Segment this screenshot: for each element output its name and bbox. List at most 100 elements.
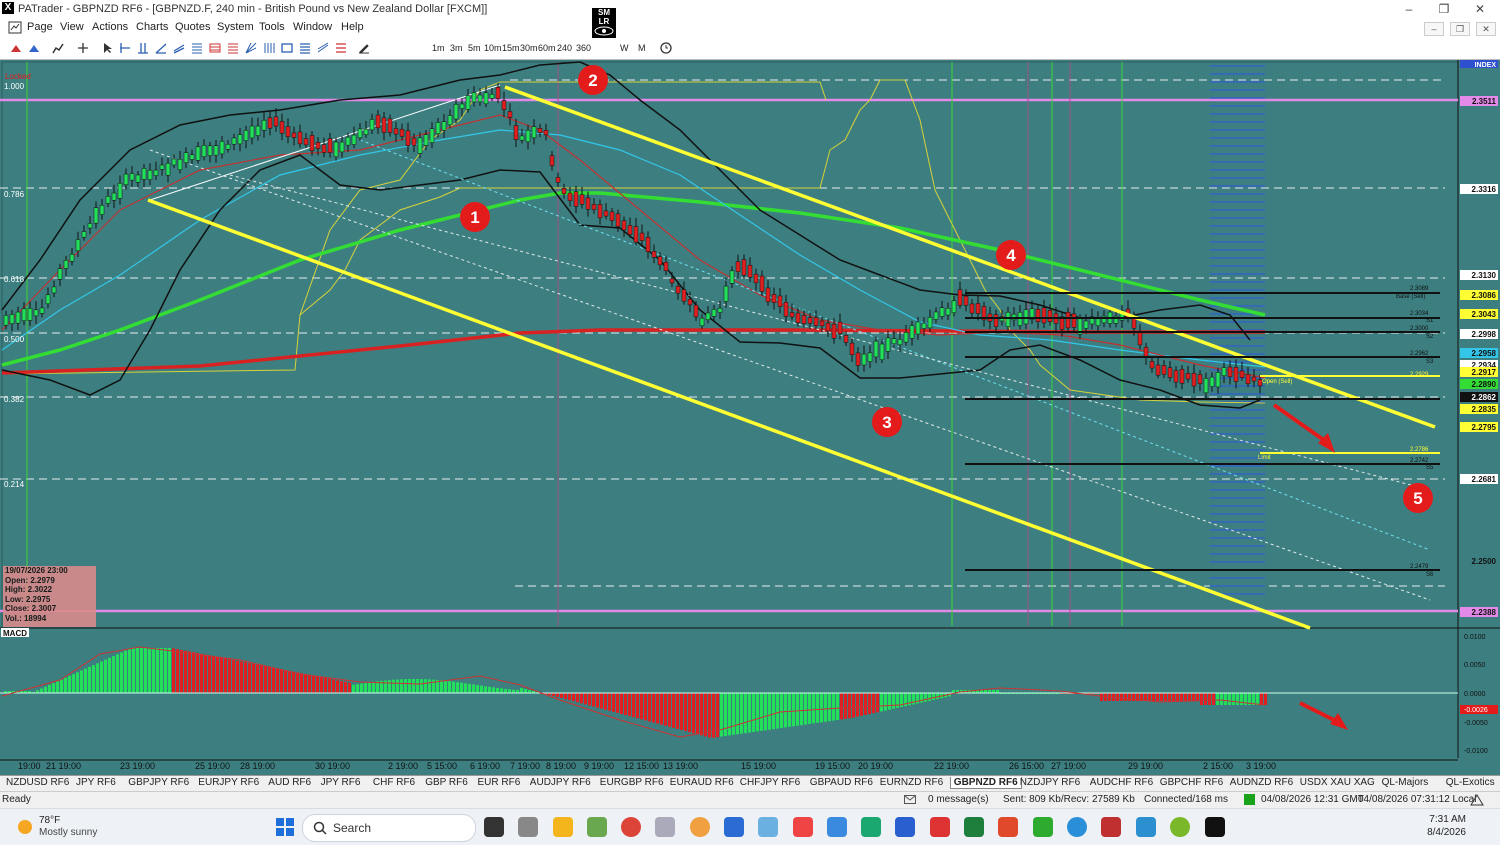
crosshair-icon[interactable]: [77, 42, 89, 54]
app-icon-3[interactable]: [758, 817, 778, 837]
trendline-tool-icon[interactable]: [155, 42, 167, 54]
menu-window[interactable]: Window: [293, 21, 332, 33]
menu-quotes[interactable]: Quotes: [175, 21, 210, 33]
app-icon-9[interactable]: [998, 817, 1018, 837]
cursor-icon[interactable]: [102, 42, 114, 54]
gann-icon[interactable]: [245, 42, 257, 54]
alert-icon[interactable]: [28, 42, 40, 54]
menu-actions[interactable]: Actions: [92, 21, 128, 33]
bull-bear-icon[interactable]: [10, 42, 22, 54]
symbol-tab[interactable]: EURNZD RF6: [880, 777, 943, 788]
patrader-icon[interactable]: [1205, 817, 1225, 837]
telegram-icon[interactable]: [1067, 817, 1087, 837]
symbol-tab[interactable]: AUDNZD RF6: [1230, 777, 1293, 788]
file-explorer-icon[interactable]: [553, 817, 573, 837]
levels-icon[interactable]: [335, 42, 347, 54]
child-minimize-button[interactable]: –: [1424, 22, 1444, 36]
vline-tool-icon[interactable]: [137, 42, 149, 54]
child-restore-button[interactable]: ❐: [1450, 22, 1470, 36]
app-icon-10[interactable]: [1033, 817, 1053, 837]
symbol-tab[interactable]: EUR RF6: [478, 777, 521, 788]
chart-type-icon[interactable]: [52, 42, 64, 54]
symbol-tab[interactable]: EURGBP RF6: [600, 777, 664, 788]
minimize-button[interactable]: –: [1394, 1, 1424, 17]
regression-icon[interactable]: [317, 42, 329, 54]
symbol-tab[interactable]: CHF RF6: [373, 777, 415, 788]
tf-240[interactable]: 240: [557, 43, 572, 53]
fib-fan-icon[interactable]: [209, 42, 221, 54]
symbol-tab[interactable]: JPY RF6: [76, 777, 116, 788]
menu-tools[interactable]: Tools: [259, 21, 285, 33]
symbol-tab[interactable]: USDX XAU XAG: [1300, 777, 1375, 788]
task-view-icon[interactable]: [484, 817, 504, 837]
symbol-tab[interactable]: GBPCHF RF6: [1160, 777, 1223, 788]
child-close-button[interactable]: ✕: [1476, 22, 1496, 36]
tf-15m[interactable]: 15m: [502, 43, 520, 53]
mail-icon[interactable]: [904, 795, 916, 805]
rect-tool-icon[interactable]: [281, 42, 293, 54]
notepad-icon[interactable]: [724, 817, 744, 837]
hline-tool-icon[interactable]: [119, 42, 131, 54]
app-icon-12[interactable]: [1136, 817, 1156, 837]
tf-60m[interactable]: 60m: [538, 43, 556, 53]
symbol-tab[interactable]: EURAUD RF6: [670, 777, 734, 788]
tf-1m[interactable]: 1m: [432, 43, 445, 53]
app-icon-5[interactable]: [827, 817, 847, 837]
symbol-tab[interactable]: QL-Exotics: [1446, 777, 1495, 788]
excel-icon[interactable]: [964, 817, 984, 837]
tf-5m[interactable]: 5m: [468, 43, 481, 53]
tf-w[interactable]: W: [620, 43, 629, 53]
symbol-tab[interactable]: JPY RF6: [321, 777, 361, 788]
snipping-icon[interactable]: [655, 817, 675, 837]
taskbar-clock[interactable]: 7:31 AM 8/4/2026: [1427, 813, 1466, 839]
app-icon-6[interactable]: [861, 817, 881, 837]
fib-ext-icon[interactable]: [227, 42, 239, 54]
app-icon-1[interactable]: [587, 817, 607, 837]
symbol-tab[interactable]: GBPAUD RF6: [810, 777, 873, 788]
symbol-tab[interactable]: GBPNZD RF6: [949, 777, 1022, 789]
price-chart[interactable]: 2.3089 Base (Sell) 2.3034 S1 2.3000 S2 2…: [0, 60, 1500, 775]
menu-system[interactable]: System: [217, 21, 254, 33]
app-icon-2[interactable]: [690, 817, 710, 837]
symbol-tab[interactable]: AUDCHF RF6: [1090, 777, 1153, 788]
symbol-tab[interactable]: NZDUSD RF6: [6, 777, 69, 788]
menu-charts[interactable]: Charts: [136, 21, 168, 33]
symbol-tab[interactable]: CHFJPY RF6: [740, 777, 800, 788]
pen-icon[interactable]: [358, 42, 370, 54]
pitchfork-icon[interactable]: [299, 42, 311, 54]
chart-area[interactable]: 2.3089 Base (Sell) 2.3034 S1 2.3000 S2 2…: [0, 60, 1500, 775]
app-icon-7[interactable]: [895, 817, 915, 837]
channel-tool-icon[interactable]: [173, 42, 185, 54]
tf-360[interactable]: 360: [576, 43, 591, 53]
menu-help[interactable]: Help: [341, 21, 364, 33]
clock-icon[interactable]: [660, 42, 672, 54]
app-icon-4[interactable]: [793, 817, 813, 837]
taskbar-search[interactable]: Search: [302, 814, 476, 842]
menu-page[interactable]: Page: [27, 21, 53, 33]
start-icon[interactable]: [275, 817, 295, 837]
symbol-tab[interactable]: EURJPY RF6: [198, 777, 259, 788]
tf-m[interactable]: M: [638, 43, 646, 53]
candle: [267, 110, 273, 136]
tf-10m[interactable]: 10m: [484, 43, 502, 53]
app-icon-11[interactable]: [1101, 817, 1121, 837]
status-messages[interactable]: 0 message(s): [928, 794, 989, 805]
fib-tool-icon[interactable]: [191, 42, 203, 54]
maximize-button[interactable]: ❐: [1429, 1, 1459, 17]
symbol-tab[interactable]: GBPJPY RF6: [128, 777, 189, 788]
tf-30m[interactable]: 30m: [520, 43, 538, 53]
calculator-icon[interactable]: [518, 817, 538, 837]
tf-3m[interactable]: 3m: [450, 43, 463, 53]
app-icon-8[interactable]: [930, 817, 950, 837]
app-icon-13[interactable]: [1170, 817, 1190, 837]
symbol-tab[interactable]: NZDJPY RF6: [1020, 777, 1080, 788]
tf-d[interactable]: D: [605, 43, 612, 53]
symbol-tab[interactable]: AUDJPY RF6: [530, 777, 591, 788]
menu-view[interactable]: View: [60, 21, 84, 33]
symbol-tab[interactable]: GBP RF6: [425, 777, 468, 788]
close-button[interactable]: ✕: [1465, 1, 1495, 17]
symbol-tab[interactable]: QL-Majors: [1382, 777, 1429, 788]
symbol-tab[interactable]: AUD RF6: [268, 777, 311, 788]
cycle-icon[interactable]: [263, 42, 275, 54]
chrome-icon[interactable]: [621, 817, 641, 837]
